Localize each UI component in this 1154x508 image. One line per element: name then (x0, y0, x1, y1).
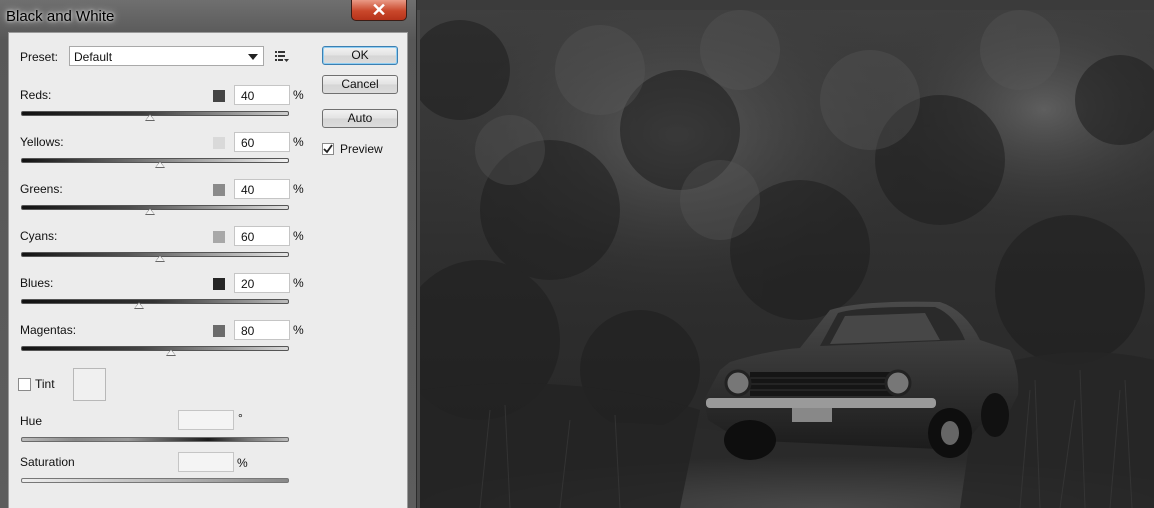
tint-color-swatch[interactable] (73, 368, 106, 401)
tint-label: Tint (35, 377, 55, 391)
close-button[interactable]: ✕ (351, 0, 407, 21)
reds-slider-track[interactable] (21, 111, 289, 116)
greens-swatch (213, 184, 225, 196)
cyans-label: Cyans: (20, 229, 58, 243)
saturation-label: Saturation (20, 455, 75, 469)
canvas-top-edge (417, 0, 1154, 10)
cancel-button[interactable]: Cancel (322, 75, 398, 94)
reds-label: Reds: (20, 88, 52, 102)
greens-value-input[interactable]: 40 (234, 179, 290, 199)
blues-swatch (213, 278, 225, 290)
blues-label: Blues: (20, 276, 54, 290)
blues-slider-thumb[interactable] (133, 302, 144, 309)
yellows-label: Yellows: (20, 135, 64, 149)
reds-swatch (213, 90, 225, 102)
ok-button[interactable]: OK (322, 46, 398, 65)
photo-car-in-woods (420, 10, 1154, 508)
preset-value: Default (74, 50, 113, 64)
magentas-slider-track[interactable] (21, 346, 289, 351)
reds-slider-thumb[interactable] (144, 114, 155, 121)
magentas-slider-thumb[interactable] (166, 349, 177, 356)
cyans-unit: % (293, 229, 304, 243)
yellows-unit: % (293, 135, 304, 149)
hue-slider-track[interactable] (21, 437, 289, 442)
chevron-down-icon (248, 54, 258, 60)
magentas-value-input[interactable]: 80 (234, 320, 290, 340)
dialog-content: Preset: Default OK Cancel Auto Preview R… (8, 32, 408, 508)
cyans-swatch (213, 231, 225, 243)
black-and-white-dialog: Black and White ✕ Preset: Default OK Can… (0, 0, 417, 508)
saturation-slider-track[interactable] (21, 478, 289, 483)
preview-checkbox[interactable] (322, 143, 334, 155)
greens-slider-thumb[interactable] (144, 208, 155, 215)
dialog-titlebar[interactable]: Black and White ✕ (0, 0, 416, 30)
yellows-swatch (213, 137, 225, 149)
reds-unit: % (293, 88, 304, 102)
tint-checkbox[interactable] (18, 378, 31, 391)
check-icon (323, 144, 333, 154)
reds-value-input[interactable]: 40 (234, 85, 290, 105)
hue-label: Hue (20, 414, 43, 428)
preset-label: Preset: (20, 50, 59, 64)
cyans-slider-thumb[interactable] (155, 255, 166, 262)
document-canvas[interactable] (417, 0, 1154, 508)
magentas-swatch (213, 325, 225, 337)
blues-unit: % (293, 276, 304, 290)
preset-dropdown[interactable]: Default (69, 46, 264, 66)
saturation-unit: % (237, 456, 248, 470)
dialog-title: Black and White (6, 8, 115, 25)
preview-label: Preview (340, 142, 383, 156)
greens-unit: % (293, 182, 304, 196)
blues-slider-track[interactable] (21, 299, 289, 304)
saturation-value-input[interactable] (178, 452, 234, 472)
hue-unit: ° (238, 411, 243, 425)
cyans-value-input[interactable]: 60 (234, 226, 290, 246)
close-icon: ✕ (371, 0, 387, 20)
greens-label: Greens: (20, 182, 63, 196)
yellows-value-input[interactable]: 60 (234, 132, 290, 152)
greens-slider-track[interactable] (21, 205, 289, 210)
auto-button[interactable]: Auto (322, 109, 398, 128)
magentas-unit: % (293, 323, 304, 337)
preset-menu-icon[interactable] (275, 50, 289, 62)
magentas-label: Magentas: (20, 323, 77, 337)
yellows-slider-thumb[interactable] (155, 161, 166, 168)
hue-value-input[interactable] (178, 410, 234, 430)
blues-value-input[interactable]: 20 (234, 273, 290, 293)
